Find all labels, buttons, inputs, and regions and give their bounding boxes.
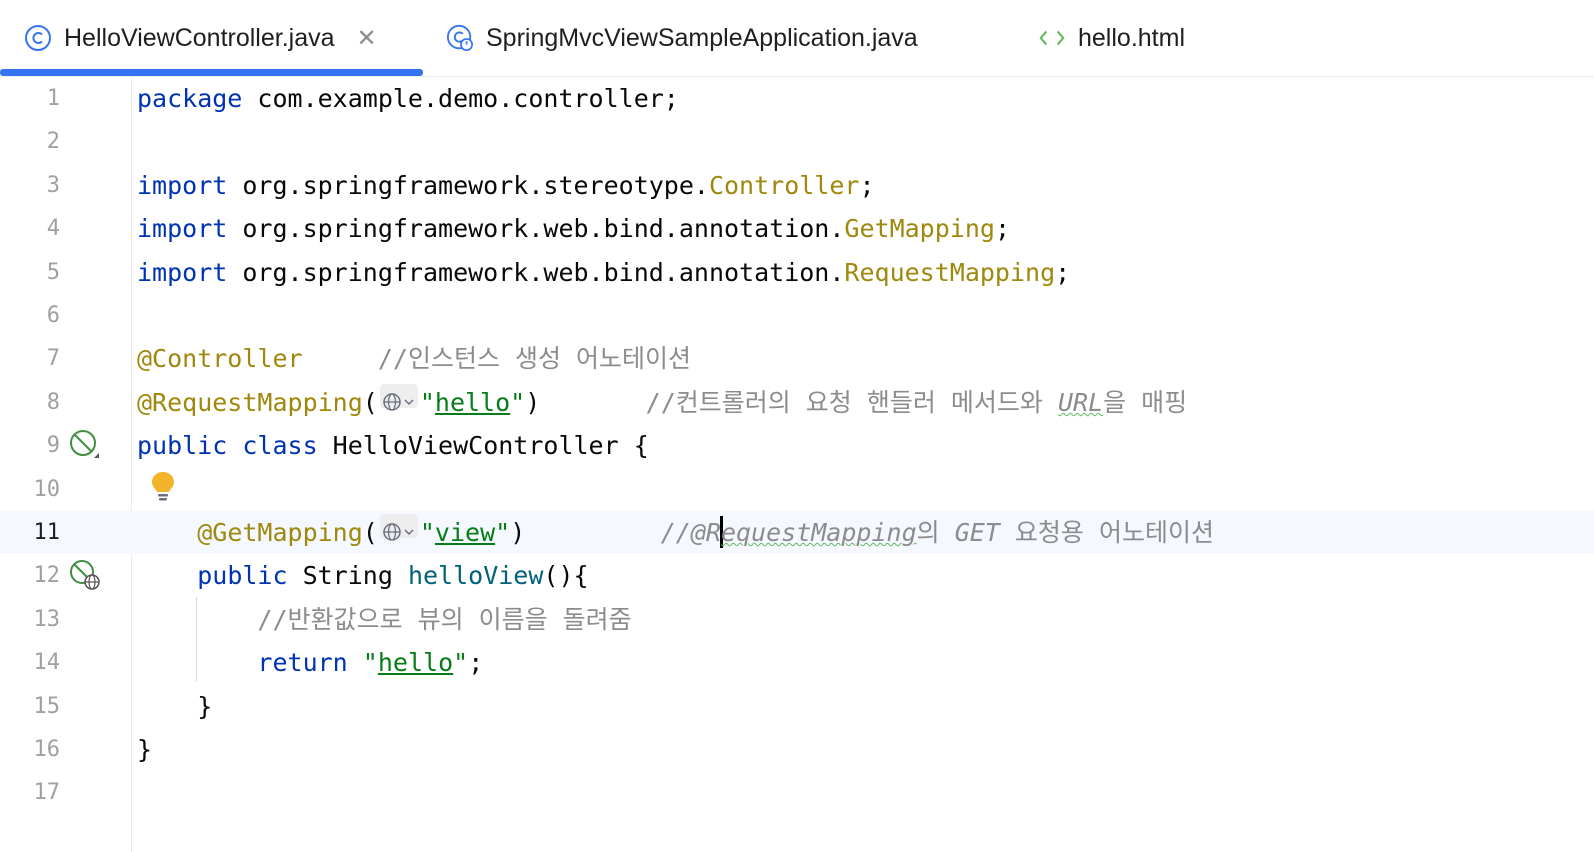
line-number: 3 xyxy=(46,172,60,198)
code-line[interactable]: 8 @RequestMapping("hello") //컨트롤러의 요청 핸들… xyxy=(0,381,1594,424)
spring-boot-class-icon xyxy=(446,24,474,52)
line-number: 4 xyxy=(46,216,60,242)
line-number: 14 xyxy=(33,650,61,676)
code-line[interactable]: 6 xyxy=(0,294,1594,337)
code-text: return "hello"; xyxy=(257,648,484,678)
line-number: 12 xyxy=(33,563,61,589)
code-line[interactable]: 16 } xyxy=(0,728,1594,771)
code-line[interactable]: 17 xyxy=(0,771,1594,814)
line-number: 9 xyxy=(46,433,60,459)
line-number: 1 xyxy=(46,86,60,111)
lightbulb-icon[interactable] xyxy=(149,470,177,504)
line-number: 10 xyxy=(33,476,61,502)
code-text: public class HelloViewController { xyxy=(137,431,649,461)
line-number: 15 xyxy=(33,693,61,719)
code-line[interactable]: 4 import org.springframework.web.bind.an… xyxy=(0,207,1594,250)
close-icon[interactable]: ✕ xyxy=(357,24,377,53)
code-line[interactable]: 15 } xyxy=(0,685,1594,728)
tab-label: SpringMvcViewSampleApplication.java xyxy=(486,23,918,52)
tab-hello-html[interactable]: hello.html xyxy=(1038,0,1185,76)
line-number: 8 xyxy=(46,389,60,415)
code-line[interactable]: 10 xyxy=(0,468,1594,511)
code-text: } xyxy=(137,735,153,764)
request-mapping-gutter-icon[interactable] xyxy=(68,558,102,592)
code-text: import org.springframework.stereotype.Co… xyxy=(137,170,875,200)
code-text: @Controller //인스턴스 생성 어노테이션 xyxy=(137,344,692,374)
code-line[interactable]: 5 import org.springframework.web.bind.an… xyxy=(0,251,1594,294)
code-line[interactable]: 1 package com.example.demo.controller; xyxy=(0,77,1594,120)
globe-hint-icon[interactable] xyxy=(379,514,418,541)
tab-springmvcviewsampleapplication[interactable]: SpringMvcViewSampleApplication.java xyxy=(446,0,918,76)
code-line[interactable]: 7 @Controller //인스턴스 생성 어노테이션 xyxy=(0,337,1594,380)
tab-label: hello.html xyxy=(1078,23,1185,52)
code-line[interactable]: 2 xyxy=(0,120,1594,163)
code-text: //반환값으로 뷰의 이름을 돌려줌 xyxy=(257,604,632,634)
code-line[interactable]: 13 //반환값으로 뷰의 이름을 돌려줌 xyxy=(0,598,1594,641)
globe-hint-icon[interactable] xyxy=(379,383,418,411)
line-number: 2 xyxy=(46,129,60,155)
active-tab-indicator xyxy=(0,69,423,76)
line-number: 11 xyxy=(33,520,61,545)
line-number: 7 xyxy=(46,346,60,372)
code-text: } xyxy=(197,691,213,721)
code-line-current[interactable]: 11 @GetMapping("view") //@RequestMapping… xyxy=(0,511,1594,555)
html-icon xyxy=(1038,24,1066,52)
code-text: public String helloView(){ xyxy=(197,561,589,591)
code-text: @RequestMapping("hello") //컨트롤러의 요청 핸들러 … xyxy=(137,381,1187,424)
code-text: @GetMapping("view") //@RequestMapping의 G… xyxy=(137,511,1214,554)
line-number: 6 xyxy=(46,303,60,328)
line-number: 16 xyxy=(33,737,61,762)
tab-label: HelloViewController.java xyxy=(64,23,335,52)
line-number: 13 xyxy=(33,606,61,632)
spring-bean-gutter-icon[interactable] xyxy=(68,428,102,462)
code-editor[interactable]: 1 package com.example.demo.controller; 2… xyxy=(0,77,1594,852)
code-text: package com.example.demo.controller; xyxy=(137,84,679,113)
code-text: import org.springframework.web.bind.anno… xyxy=(137,257,1071,287)
code-line[interactable]: 14 return "hello"; xyxy=(0,641,1594,684)
code-line[interactable]: 3 import org.springframework.stereotype.… xyxy=(0,164,1594,207)
indent-guide xyxy=(196,597,197,681)
code-line[interactable]: 12 public String helloView(){ xyxy=(0,554,1594,597)
line-number: 17 xyxy=(33,780,61,806)
editor-tab-bar: HelloViewController.java ✕ SpringMvcView… xyxy=(0,0,1594,77)
tab-helloviewcontroller[interactable]: HelloViewController.java ✕ xyxy=(24,0,377,76)
class-icon xyxy=(24,24,52,52)
code-line[interactable]: 9 public class HelloViewController { xyxy=(0,424,1594,467)
line-number: 5 xyxy=(46,259,60,285)
code-text: import org.springframework.web.bind.anno… xyxy=(137,214,1010,244)
